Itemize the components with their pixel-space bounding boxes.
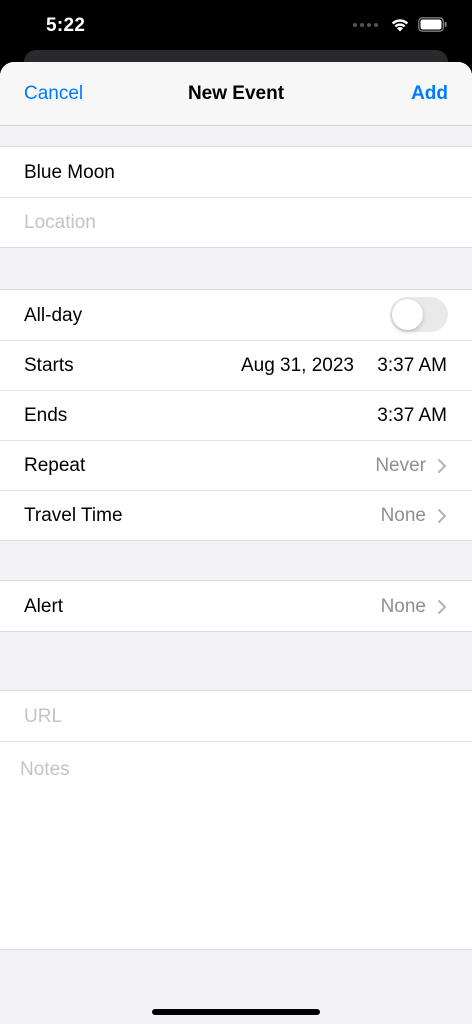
navigation-bar: Cancel New Event Add <box>0 62 472 126</box>
alert-row[interactable]: Alert None <box>0 581 472 631</box>
travel-time-label: Travel Time <box>24 505 123 526</box>
allday-label: All-day <box>24 305 83 326</box>
title-row[interactable]: Blue Moon <box>0 147 472 197</box>
location-row[interactable]: Location <box>0 197 472 247</box>
status-time: 5:22 <box>46 15 86 36</box>
wifi-icon <box>391 19 409 32</box>
url-notes-group: URL Notes <box>0 690 472 950</box>
travel-time-value: None <box>380 505 426 526</box>
chevron-right-icon <box>438 459 446 473</box>
ends-label: Ends <box>24 405 68 426</box>
add-button[interactable]: Add <box>411 83 448 105</box>
battery-icon <box>418 17 447 32</box>
starts-label: Starts <box>24 355 74 376</box>
location-field[interactable]: Location <box>24 212 96 234</box>
page-title: New Event <box>187 83 285 104</box>
allday-toggle[interactable] <box>390 297 448 332</box>
travel-time-row[interactable]: Travel Time None <box>0 490 472 540</box>
status-icons <box>353 17 448 32</box>
starts-row[interactable]: Starts Aug 31, 2023 3:37 AM <box>0 340 472 390</box>
chevron-right-icon <box>438 509 446 523</box>
url-row[interactable]: URL <box>0 691 472 741</box>
title-field[interactable]: Blue Moon <box>24 162 115 184</box>
repeat-label: Repeat <box>24 455 86 476</box>
repeat-value: Never <box>375 455 426 476</box>
toggle-knob <box>392 299 423 330</box>
ends-time[interactable]: 3:37 AM <box>377 405 447 427</box>
chevron-right-icon <box>438 600 446 614</box>
starts-time[interactable]: 3:37 AM <box>377 355 447 377</box>
cellular-dots-icon <box>353 22 378 27</box>
alert-value: None <box>380 596 426 617</box>
repeat-row[interactable]: Repeat Never <box>0 440 472 490</box>
title-location-group: Blue Moon Location <box>0 146 472 248</box>
ends-row[interactable]: Ends 3:37 AM <box>0 390 472 440</box>
new-event-sheet: Cancel New Event Add Blue Moon Location … <box>0 62 472 1024</box>
notes-field[interactable]: Notes <box>20 759 70 781</box>
allday-row: All-day <box>0 290 472 340</box>
alert-label: Alert <box>24 596 64 617</box>
alert-group: Alert None <box>0 580 472 632</box>
timing-group: All-day Starts Aug 31, 2023 3:37 AM Ends… <box>0 289 472 541</box>
notes-area[interactable]: Notes <box>0 741 472 949</box>
home-indicator[interactable] <box>152 1009 320 1015</box>
url-field[interactable]: URL <box>24 706 62 728</box>
starts-date[interactable]: Aug 31, 2023 <box>241 355 354 377</box>
status-bar: 5:22 <box>0 0 472 50</box>
